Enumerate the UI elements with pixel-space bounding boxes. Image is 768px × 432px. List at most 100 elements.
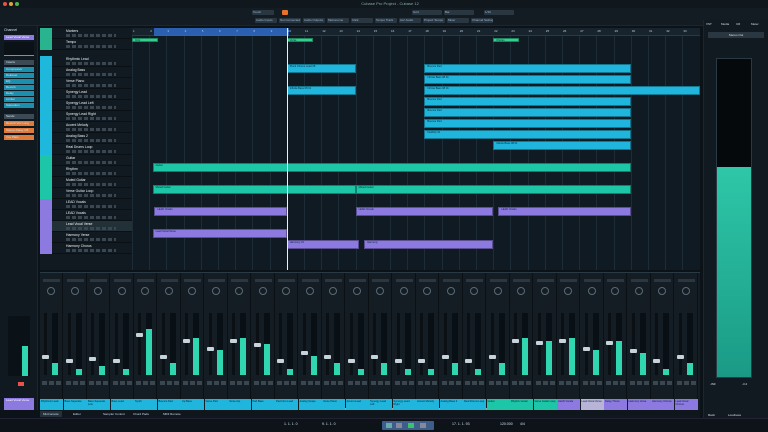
snap-type-select[interactable]: Grid (412, 10, 442, 15)
fader-handle[interactable] (159, 355, 167, 359)
pan-knob[interactable] (188, 287, 196, 295)
fader-handle[interactable] (230, 339, 237, 343)
mute-solo-buttons[interactable] (183, 381, 202, 385)
track-controls[interactable] (66, 216, 116, 219)
pan-knob[interactable] (470, 287, 478, 295)
fader-handle[interactable] (112, 359, 120, 363)
toolbar-status-item[interactable]: Mixer (447, 18, 469, 23)
event-clip[interactable]: LEAD Vocals (355, 207, 494, 216)
mute-solo-buttons[interactable] (206, 381, 226, 385)
channel-input[interactable] (513, 279, 530, 282)
event-clip[interactable]: Harmony (364, 240, 494, 249)
channel-input[interactable] (160, 279, 178, 282)
pan-knob[interactable] (446, 287, 455, 295)
mute-solo-buttons[interactable] (42, 381, 61, 385)
volume-fader[interactable] (629, 313, 637, 375)
volume-fader[interactable] (676, 313, 684, 375)
tab-loudness[interactable]: Loudness (728, 413, 741, 417)
mute-solo-buttons[interactable] (535, 381, 555, 385)
toolbar-status-item[interactable]: Click (351, 18, 373, 23)
mute-solo-buttons[interactable] (277, 381, 296, 385)
fader-handle[interactable] (653, 359, 660, 363)
mute-solo-buttons[interactable] (488, 381, 508, 385)
mute-solo-buttons[interactable] (159, 381, 179, 385)
pan-knob[interactable] (352, 287, 361, 295)
pan-knob[interactable] (164, 287, 173, 295)
volume-fader[interactable] (277, 313, 284, 375)
track-controls[interactable] (66, 227, 116, 230)
grid-type-select[interactable]: Bar (444, 10, 474, 15)
fader-handle[interactable] (394, 359, 402, 363)
tempo-display[interactable]: 120.000 (500, 422, 513, 426)
toolbar-status-item[interactable]: Project Tempo (423, 18, 445, 23)
track-row[interactable]: Tempo (40, 39, 132, 50)
pan-knob[interactable] (141, 287, 149, 295)
track-row[interactable]: Analog Bass 2 (40, 133, 132, 144)
event-clip[interactable]: Pluck Chorus Lead 08 (286, 64, 356, 73)
mute-solo-buttons[interactable] (136, 381, 155, 385)
channel-input[interactable] (395, 279, 413, 282)
volume-fader[interactable] (512, 313, 519, 375)
channel-input[interactable] (66, 279, 84, 282)
event-clip[interactable]: Bounce Pad (424, 97, 631, 106)
channel-input[interactable] (583, 279, 601, 282)
pan-knob[interactable] (305, 287, 314, 295)
pan-knob[interactable] (94, 287, 102, 295)
inserts-header[interactable]: Inserts (4, 60, 34, 65)
toolbar-status-item[interactable]: Audio Inputs (255, 18, 277, 23)
pan-knob[interactable] (376, 287, 384, 295)
fader-handle[interactable] (42, 355, 49, 359)
track-controls[interactable] (66, 95, 116, 98)
event-clip[interactable]: Bounce Pad (424, 119, 631, 128)
ruler[interactable]: 1 2 3 4 5 6 7 8 9 10 11 12 13 14 15 16 17 18 19 20 21 22 23 24 2… (132, 28, 700, 36)
track-row[interactable]: Analog Bass (40, 67, 132, 78)
track-controls[interactable] (66, 45, 116, 48)
toolbar-status-item[interactable]: Tempo Track (375, 18, 397, 23)
track-row[interactable]: Real Drums Loop (40, 144, 132, 155)
position-display[interactable]: 17. 1. 1. 93 (452, 422, 470, 426)
project-window[interactable]: 1 2 3 4 5 6 7 8 9 10 11 12 13 14 15 16 17 18 19 20 21 22 23 24 2… (132, 28, 700, 270)
fader-handle[interactable] (441, 355, 449, 359)
volume-fader[interactable] (89, 313, 96, 375)
channel-input[interactable] (372, 279, 389, 282)
event-clip[interactable]: Infinite Bass 08 01 (424, 86, 700, 95)
event-clip[interactable]: Fieldtrip 01 (424, 130, 631, 139)
inspector-tab[interactable]: Channel (4, 28, 17, 32)
track-controls[interactable] (66, 139, 116, 142)
channel-input[interactable] (254, 279, 272, 282)
track-row[interactable]: Synergy Lead (40, 89, 132, 100)
event-clip[interactable]: Harmony 01 (286, 240, 360, 249)
pan-knob[interactable] (634, 287, 643, 295)
event-clip[interactable]: Intro (132, 38, 158, 42)
channel-input[interactable] (466, 279, 483, 282)
track-controls[interactable] (66, 205, 116, 208)
volume-fader[interactable] (418, 313, 425, 375)
mute-solo-buttons[interactable] (394, 381, 414, 385)
channel-input[interactable] (90, 279, 107, 282)
track-row[interactable]: Rhythmic Lead (40, 56, 132, 67)
mute-solo-buttons[interactable] (676, 381, 696, 385)
automation-mode-select[interactable]: Touch (252, 10, 274, 15)
track-controls[interactable] (66, 161, 116, 164)
event-clip[interactable]: Guitar (152, 163, 631, 172)
channel-input[interactable] (560, 279, 577, 282)
channel-input[interactable] (325, 279, 342, 282)
mute-solo-buttons[interactable] (89, 381, 108, 385)
volume-fader[interactable] (206, 313, 214, 375)
playhead[interactable] (287, 28, 288, 270)
mute-solo-buttons[interactable] (253, 381, 273, 385)
pan-knob[interactable] (399, 287, 408, 295)
track-row[interactable]: Markers (40, 28, 132, 39)
volume-fader[interactable] (112, 313, 120, 375)
volume-fader[interactable] (159, 313, 167, 375)
mute-solo-buttons[interactable] (65, 381, 85, 385)
volume-fader[interactable] (65, 313, 73, 375)
volume-fader[interactable] (559, 313, 566, 375)
volume-fader[interactable] (253, 313, 261, 375)
channel-input[interactable] (489, 279, 507, 282)
tab-rack[interactable]: Rack (708, 413, 715, 417)
pan-knob[interactable] (658, 287, 666, 295)
pan-knob[interactable] (329, 287, 337, 295)
channel-input[interactable] (654, 279, 671, 282)
fader-handle[interactable] (136, 333, 143, 337)
